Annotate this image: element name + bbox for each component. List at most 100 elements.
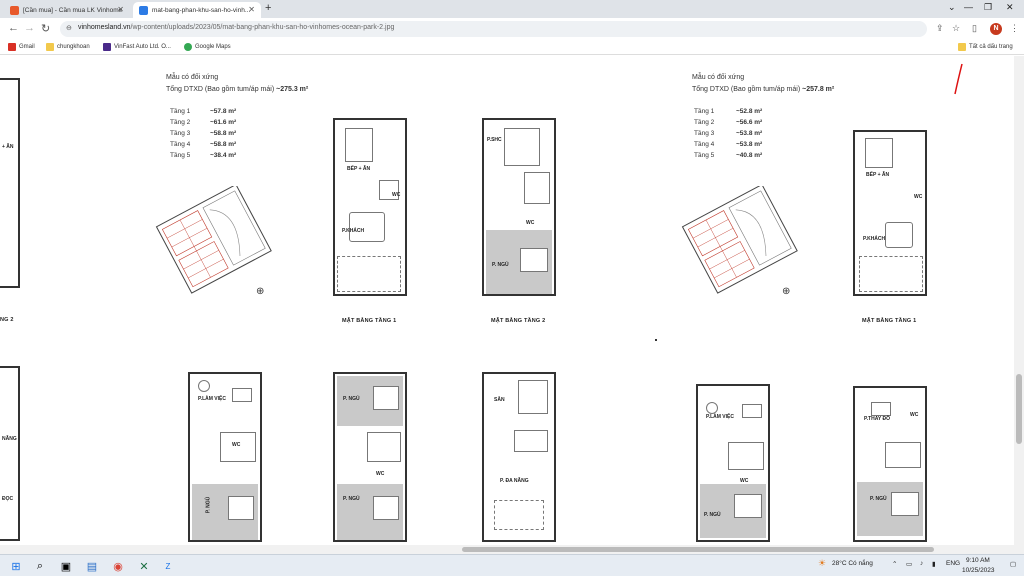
room-label: P. NGỦ [704, 512, 721, 518]
floor-name: Tầng 1 [170, 108, 191, 115]
bookmark-vinfast[interactable]: VinFast Auto Ltd. O... [103, 43, 171, 51]
room-label: WC [914, 194, 923, 200]
restore-icon[interactable]: ❐ [984, 2, 992, 13]
horizontal-scroll-thumb[interactable] [462, 547, 934, 552]
card-title: Mẫu có đối xứng [692, 74, 745, 81]
floor-plan-tang-1 [333, 118, 407, 296]
room-label: WC [232, 442, 241, 448]
store-icon[interactable]: ▤ [84, 558, 100, 574]
room-label: P. NGỦ [492, 262, 509, 268]
close-window-icon[interactable]: ✕ [1006, 2, 1014, 13]
forward-icon[interactable]: → [24, 22, 35, 34]
new-tab-icon[interactable]: + [265, 2, 271, 14]
bookmark-chungkhoan[interactable]: chungkhoan [46, 43, 90, 51]
menu-icon[interactable]: ⋮ [1010, 23, 1019, 34]
dining-table-icon [865, 138, 893, 168]
horizontal-scrollbar[interactable] [0, 545, 1024, 554]
floor-name: Tầng 3 [170, 130, 191, 137]
network-icon[interactable]: ▭ [906, 560, 912, 568]
plan-caption: NG 2 [0, 317, 14, 323]
vertical-scrollbar[interactable] [1014, 56, 1024, 545]
floor-area: ~53.8 m² [736, 141, 763, 148]
avatar[interactable]: N [990, 23, 1002, 35]
site-info-icon[interactable]: ⊖ [66, 24, 72, 32]
garden-area [859, 256, 923, 292]
battery-icon[interactable]: ▮ [932, 560, 936, 568]
language-indicator[interactable]: ENG [946, 560, 960, 567]
total-value: ~257.8 m² [802, 86, 835, 93]
vertical-scroll-thumb[interactable] [1016, 374, 1022, 444]
room-label: P. ĐA NĂNG [500, 478, 529, 484]
desk-icon [742, 404, 762, 418]
total-label: Tổng DTXD (Bao gồm tum/áp mái) [166, 86, 275, 93]
side-panel-icon[interactable]: ▯ [972, 23, 977, 34]
room-label: P.KHÁCH [863, 236, 886, 242]
chevron-down-icon[interactable]: ⌄ [948, 2, 956, 13]
room-label: P.LÀM VIỆC [706, 414, 734, 420]
room-label: P.THAY ĐỒ [864, 416, 891, 422]
room-label: WC [526, 220, 535, 226]
room-label: + ĂN [2, 144, 14, 150]
site-plan-diagram [681, 186, 798, 294]
bookmark-maps[interactable]: Google Maps [184, 43, 231, 51]
sofa-icon [349, 212, 385, 242]
floor-area: ~56.6 m² [736, 119, 763, 126]
windows-start-icon[interactable]: ⊞ [8, 558, 24, 574]
address-bar[interactable]: ⊖ vinhomesland.vn/wp-content/uploads/202… [60, 21, 927, 37]
floor-area: ~38.4 m² [210, 152, 237, 159]
room-label: P. NGỦ [205, 496, 212, 514]
floor-area: ~40.8 m² [736, 152, 763, 159]
share-icon[interactable]: ⇪ [936, 23, 944, 34]
chair-icon [198, 380, 210, 392]
bookmark-gmail[interactable]: Gmail [8, 43, 35, 51]
floor-area: ~53.8 m² [736, 130, 763, 137]
back-icon[interactable]: ← [8, 22, 19, 34]
clock-date[interactable]: 10/25/2023 [962, 567, 995, 574]
search-icon[interactable]: ⌕ [32, 558, 48, 574]
notification-icon[interactable]: ▢ [1010, 560, 1016, 568]
bookmark-label: Gmail [19, 44, 35, 50]
chrome-icon[interactable]: ◉ [110, 558, 126, 574]
floor-plan-tang-4-right [853, 386, 927, 542]
site-plan-diagram [155, 186, 272, 294]
total-area-label: Tổng DTXD (Bao gồm tum/áp mái) ~275.3 m² [166, 86, 308, 93]
multipurpose-area [494, 500, 544, 530]
plan-caption: MẶT BẰNG TẦNG 2 [491, 318, 546, 324]
floor-plan-partial [0, 78, 20, 288]
minimize-icon[interactable]: — [964, 2, 973, 12]
room-label: P. NGỦ [343, 396, 360, 402]
close-tab-icon[interactable]: ✕ [117, 5, 124, 14]
bed-icon [504, 128, 540, 166]
stair-icon [524, 172, 550, 204]
room-label: WC [740, 478, 749, 484]
tab-can-mua[interactable]: [Cần mua] - Cần mua LK Vinhome ✕ [4, 2, 130, 18]
floor-area: ~61.6 m² [210, 119, 237, 126]
all-bookmarks[interactable]: Tất cả dấu trang [958, 43, 1013, 51]
maps-icon [184, 43, 192, 51]
chair-icon [706, 402, 718, 414]
clock-time[interactable]: 9:10 AM [966, 557, 990, 564]
bookmark-star-icon[interactable]: ☆ [952, 23, 960, 34]
desk-icon [232, 388, 252, 402]
weather-text[interactable]: 28°C Có nắng [832, 560, 873, 567]
volume-icon[interactable]: ♪ [920, 560, 923, 567]
room-label: BẾP + ĂN [866, 172, 890, 178]
stair-icon [728, 442, 764, 470]
zalo-icon[interactable]: Z [160, 558, 176, 574]
tray-chevron-icon[interactable]: ⌃ [892, 560, 897, 568]
tab-image[interactable]: mat-bang-phan-khu-san-ho-vinh... ✕ [133, 2, 261, 18]
stair-icon [885, 442, 921, 468]
room-label: WC [376, 471, 385, 477]
room-label: WC [910, 412, 919, 418]
excel-icon[interactable]: ✕ [136, 558, 152, 574]
task-view-icon[interactable]: ▣ [58, 558, 74, 574]
room-label: P. NGỦ [343, 496, 360, 502]
tab-title: mat-bang-phan-khu-san-ho-vinh... [152, 6, 251, 14]
room-label: P.LÀM VIỆC [198, 396, 226, 402]
reload-icon[interactable]: ↻ [41, 22, 50, 35]
close-tab-icon[interactable]: ✕ [248, 5, 255, 14]
total-label: Tổng DTXD (Bao gồm tum/áp mái) [692, 86, 801, 93]
url-domain: vinhomesland.vn [78, 24, 131, 31]
image-viewer: + ĂN NG 2 NĂNG ĐỌC Mẫu có đối xứng Tổng … [0, 56, 1024, 545]
bed-icon [373, 386, 399, 410]
